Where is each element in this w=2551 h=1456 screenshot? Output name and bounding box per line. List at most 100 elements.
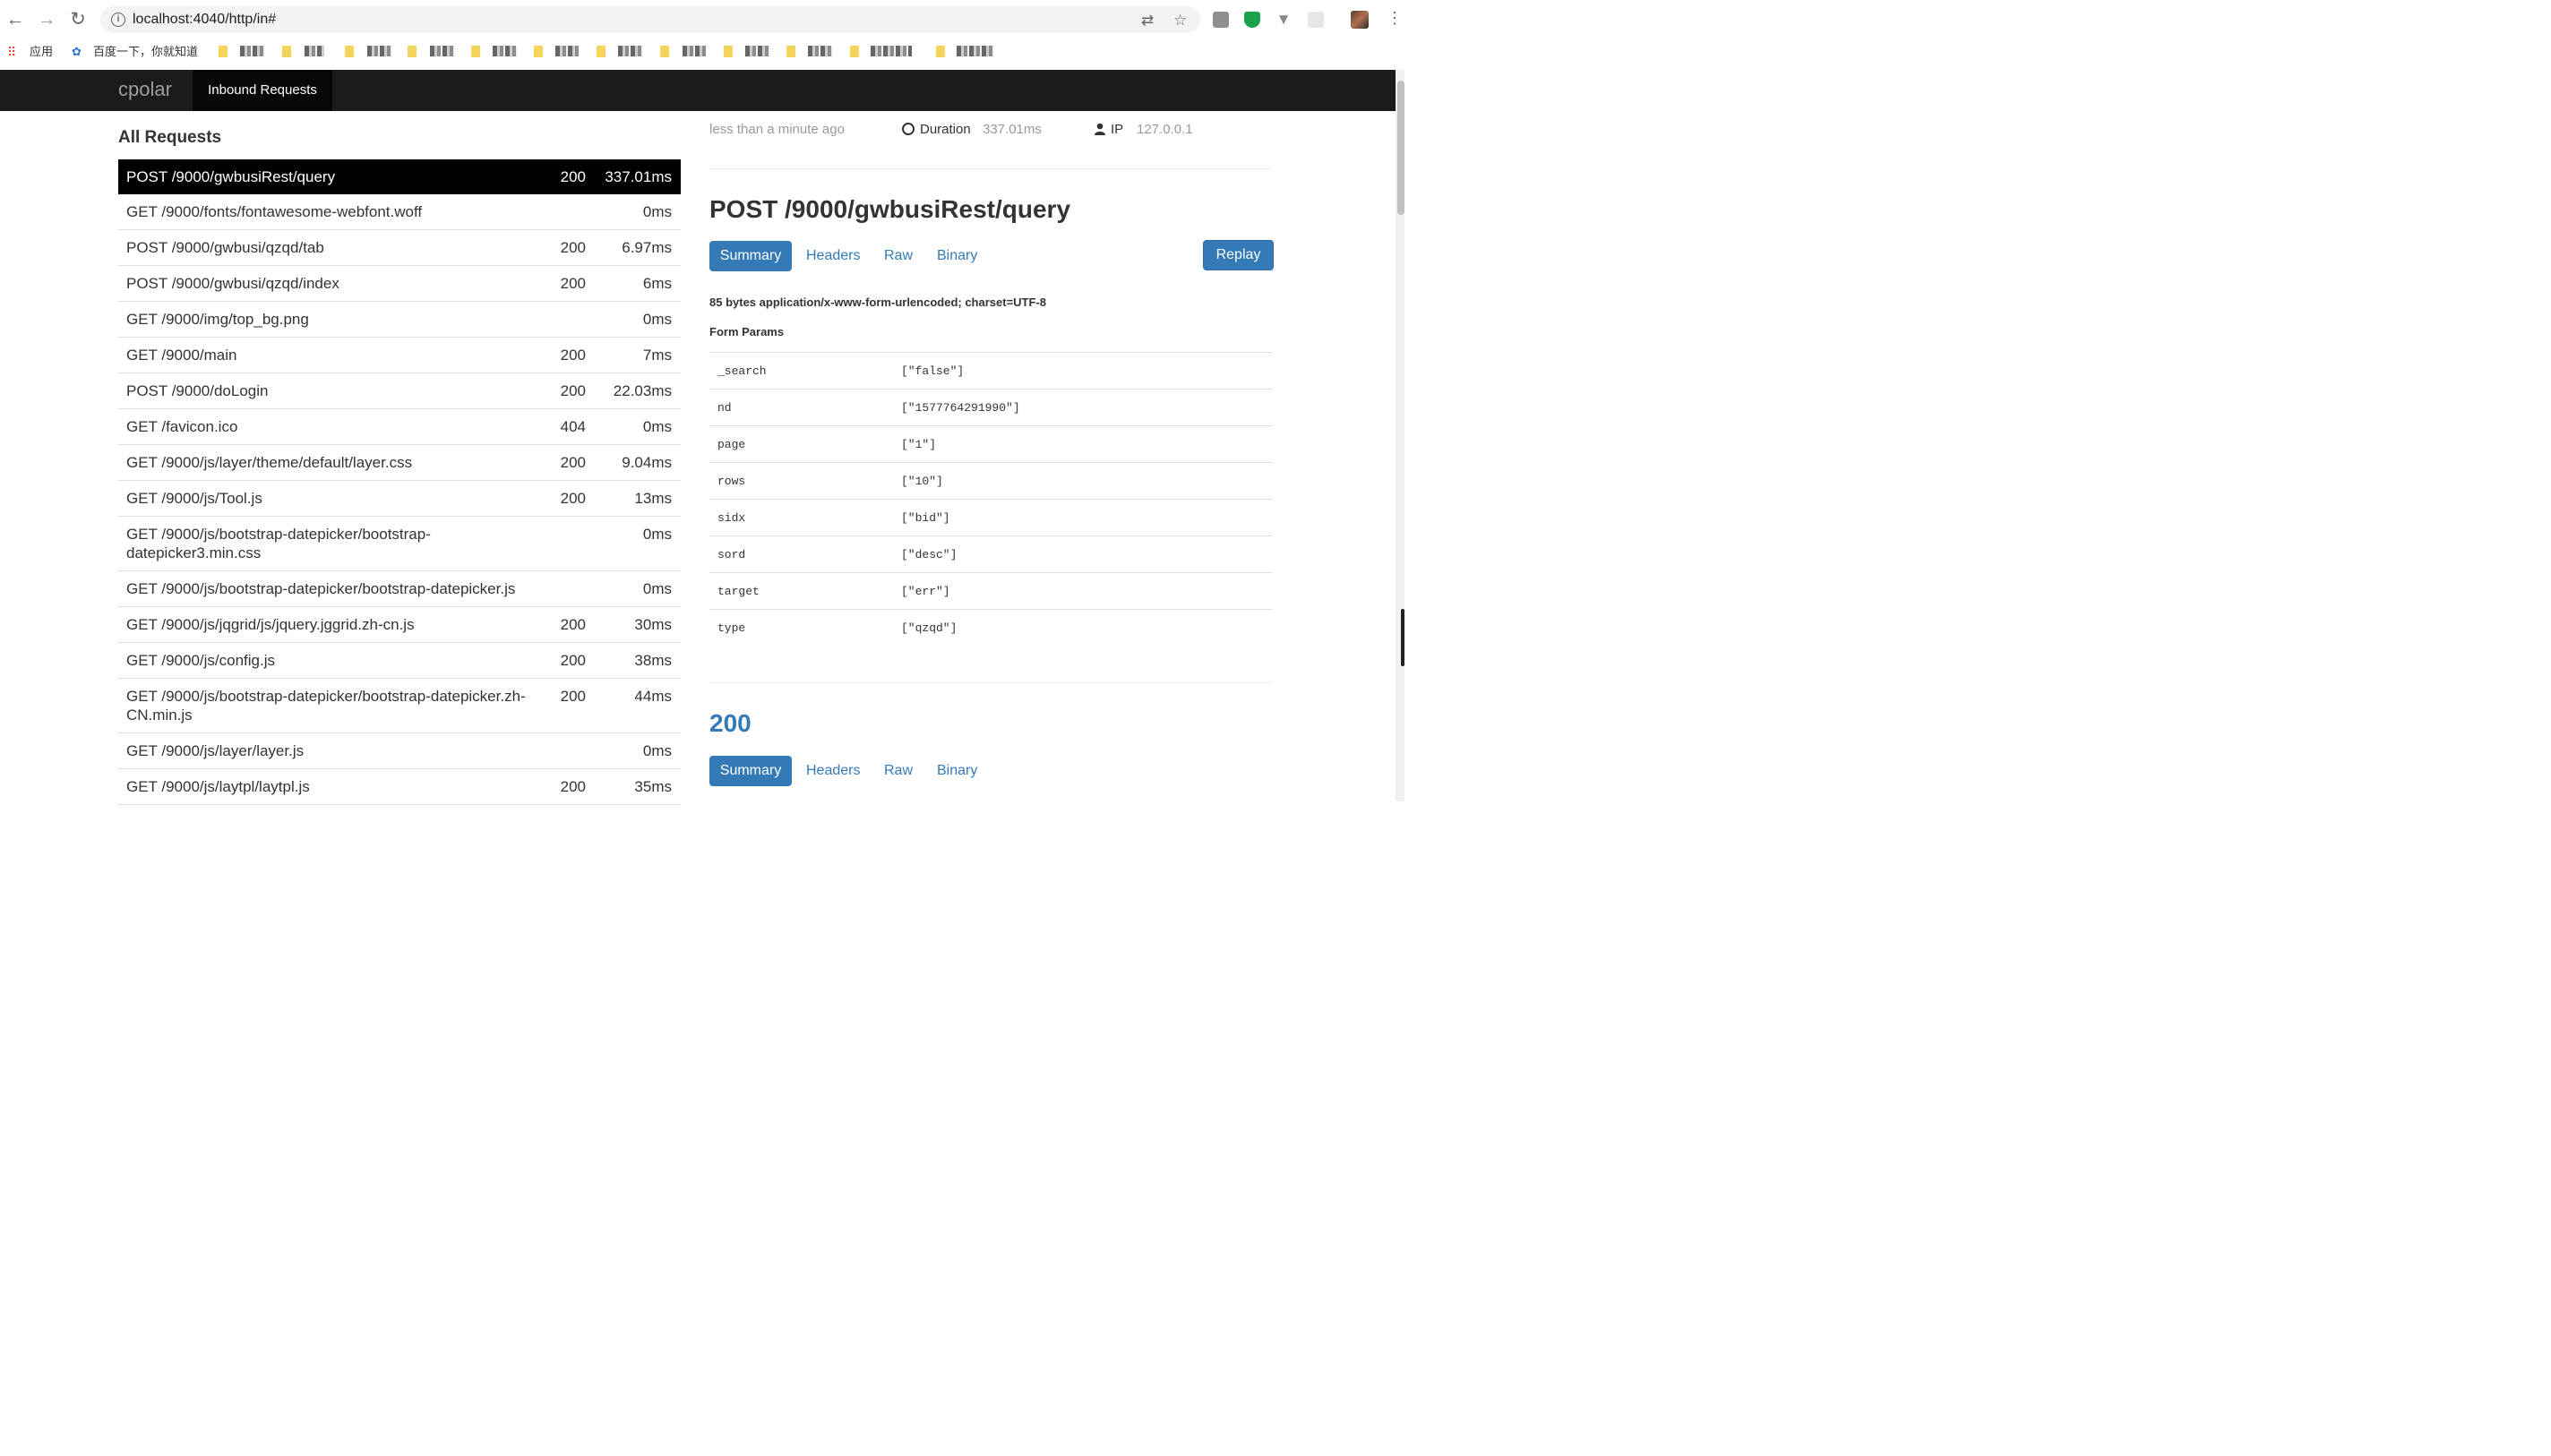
blurred-bookmark[interactable] — [745, 46, 770, 56]
request-row[interactable]: GET /favicon.ico 404 0ms — [118, 409, 681, 445]
blurred-bookmark[interactable] — [240, 46, 265, 56]
bookmark-apps[interactable]: 应用 — [30, 43, 53, 61]
shield-extension-icon[interactable] — [1244, 12, 1260, 28]
baidu-paw-icon[interactable]: ✿ — [72, 43, 82, 61]
request-duration: 0ms — [642, 580, 672, 597]
param-key: sord — [717, 548, 746, 561]
tab-binary[interactable]: Binary — [937, 241, 977, 271]
request-row[interactable]: GET /9000/js/jqgrid/js/jquery.jggrid.zh-… — [118, 607, 681, 643]
bookmark-folder-icon[interactable] — [936, 46, 945, 57]
request-status: 200 — [560, 688, 586, 705]
request-status — [550, 202, 586, 221]
request-row[interactable]: GET /9000/js/layer/layer.js 0ms — [118, 733, 681, 769]
duration-label: Duration — [920, 122, 971, 137]
request-row[interactable]: POST /9000/doLogin 200 22.03ms — [118, 373, 681, 409]
request-path: GET /favicon.ico — [126, 418, 238, 435]
blurred-bookmark[interactable] — [871, 46, 912, 56]
blurred-bookmark[interactable] — [367, 46, 392, 56]
param-value: ["qzqd"] — [901, 621, 958, 635]
blurred-bookmark[interactable] — [493, 46, 518, 56]
reload-icon[interactable]: ↻ — [67, 9, 89, 30]
bookmark-folder-icon[interactable] — [282, 46, 291, 57]
address-bar[interactable]: i localhost:4040/http/in# ⇄ ☆ — [100, 6, 1200, 33]
response-tab-summary[interactable]: Summary — [709, 756, 792, 786]
response-tab-raw[interactable]: Raw — [884, 756, 913, 786]
param-row: _search ["false"] — [709, 352, 1272, 389]
request-status: 200 — [560, 382, 586, 399]
blurred-bookmark[interactable] — [430, 46, 455, 56]
request-status: 200 — [560, 454, 586, 471]
request-row[interactable]: POST /9000/gwbusiRest/query 200 337.01ms — [118, 159, 681, 194]
forward-arrow-icon[interactable]: → — [36, 9, 57, 30]
request-path: GET /9000/js/laytpl/laytpl.js — [126, 778, 310, 795]
bookmark-folder-icon[interactable] — [786, 46, 795, 57]
tab-summary[interactable]: Summary — [709, 241, 792, 271]
apps-grid-icon[interactable]: ⠿ — [7, 43, 16, 61]
bookmark-folder-icon[interactable] — [660, 46, 669, 57]
scrollbar-thumb[interactable] — [1397, 81, 1404, 215]
request-duration: 337.01ms — [605, 168, 672, 185]
request-status — [550, 579, 586, 598]
back-arrow-icon[interactable]: ← — [4, 9, 26, 30]
request-row[interactable]: GET /9000/img/top_bg.png 0ms — [118, 302, 681, 338]
blurred-extension-icon[interactable] — [1308, 12, 1324, 28]
bookmark-folder-icon[interactable] — [850, 46, 859, 57]
nav-tab-inbound-requests[interactable]: Inbound Requests — [193, 70, 332, 111]
request-duration: 9.04ms — [622, 454, 672, 471]
request-row[interactable]: GET /9000/js/bootstrap-datepicker/bootst… — [118, 679, 681, 733]
request-row[interactable]: GET /9000/js/laytpl/laytpl.js 200 35ms — [118, 769, 681, 805]
profile-avatar[interactable] — [1351, 11, 1369, 29]
menu-dots-icon[interactable]: ⋮ — [1387, 9, 1403, 28]
bookmark-folder-icon[interactable] — [471, 46, 480, 57]
brand-logo[interactable]: cpolar — [118, 78, 172, 101]
blurred-bookmark[interactable] — [555, 46, 579, 56]
extension-icon[interactable] — [1213, 12, 1229, 28]
response-tab-headers[interactable]: Headers — [806, 756, 860, 786]
request-row[interactable]: POST /9000/gwbusi/qzqd/index 200 6ms — [118, 266, 681, 302]
bookmark-folder-icon[interactable] — [534, 46, 543, 57]
vue-extension-icon[interactable]: ▼ — [1276, 12, 1292, 28]
tab-raw[interactable]: Raw — [884, 241, 913, 271]
request-row[interactable]: GET /9000/main 200 7ms — [118, 338, 681, 373]
request-row[interactable]: GET /9000/js/bootstrap-datepicker/bootst… — [118, 571, 681, 607]
replay-button[interactable]: Replay — [1203, 240, 1274, 270]
bookmark-baidu[interactable]: 百度一下，你就知道 — [93, 43, 198, 61]
bookmark-folder-icon[interactable] — [724, 46, 733, 57]
all-requests-heading: All Requests — [118, 128, 222, 147]
request-row[interactable]: POST /9000/gwbusi/qzqd/tab 200 6.97ms — [118, 230, 681, 266]
bookmark-folder-icon[interactable] — [219, 46, 228, 57]
request-row[interactable]: GET /9000/js/layer/theme/default/layer.c… — [118, 445, 681, 481]
bookmark-folder-icon[interactable] — [597, 46, 606, 57]
blurred-bookmark[interactable] — [618, 46, 643, 56]
request-row[interactable]: GET /9000/js/Tool.js 200 13ms — [118, 481, 681, 517]
request-status: 200 — [560, 275, 586, 292]
request-path: POST /9000/doLogin — [126, 382, 269, 399]
request-row[interactable]: GET /9000/fonts/fontawesome-webfont.woff… — [118, 194, 681, 230]
param-row: sord ["desc"] — [709, 535, 1272, 572]
blurred-bookmark[interactable] — [683, 46, 706, 56]
request-duration: 0ms — [642, 203, 672, 220]
blurred-bookmark[interactable] — [305, 46, 324, 56]
site-info-icon[interactable]: i — [111, 13, 125, 27]
param-value: ["err"] — [901, 585, 950, 598]
request-path: POST /9000/gwbusi/qzqd/tab — [126, 239, 324, 256]
request-duration: 30ms — [634, 616, 672, 633]
blurred-bookmark[interactable] — [957, 46, 994, 56]
request-duration: 0ms — [642, 418, 672, 435]
body-info: 85 bytes application/x-www-form-urlencod… — [709, 295, 1046, 309]
bookmark-folder-icon[interactable] — [345, 46, 354, 57]
response-tab-binary[interactable]: Binary — [937, 756, 977, 786]
param-value: ["1577764291990"] — [901, 401, 1020, 415]
blurred-bookmark[interactable] — [808, 46, 833, 56]
bookmark-folder-icon[interactable] — [408, 46, 417, 57]
translate-icon[interactable]: ⇄ — [1141, 12, 1154, 30]
tab-headers[interactable]: Headers — [806, 241, 860, 271]
request-status: 200 — [560, 239, 586, 256]
time-ago: less than a minute ago — [709, 122, 845, 137]
address-url[interactable]: localhost:4040/http/in# — [133, 12, 276, 28]
param-key: rows — [717, 475, 746, 488]
bookmark-star-icon[interactable]: ☆ — [1173, 12, 1187, 30]
param-row: type ["qzqd"] — [709, 609, 1272, 646]
request-row[interactable]: GET /9000/js/config.js 200 38ms — [118, 643, 681, 679]
request-row[interactable]: GET /9000/js/bootstrap-datepicker/bootst… — [118, 517, 681, 571]
